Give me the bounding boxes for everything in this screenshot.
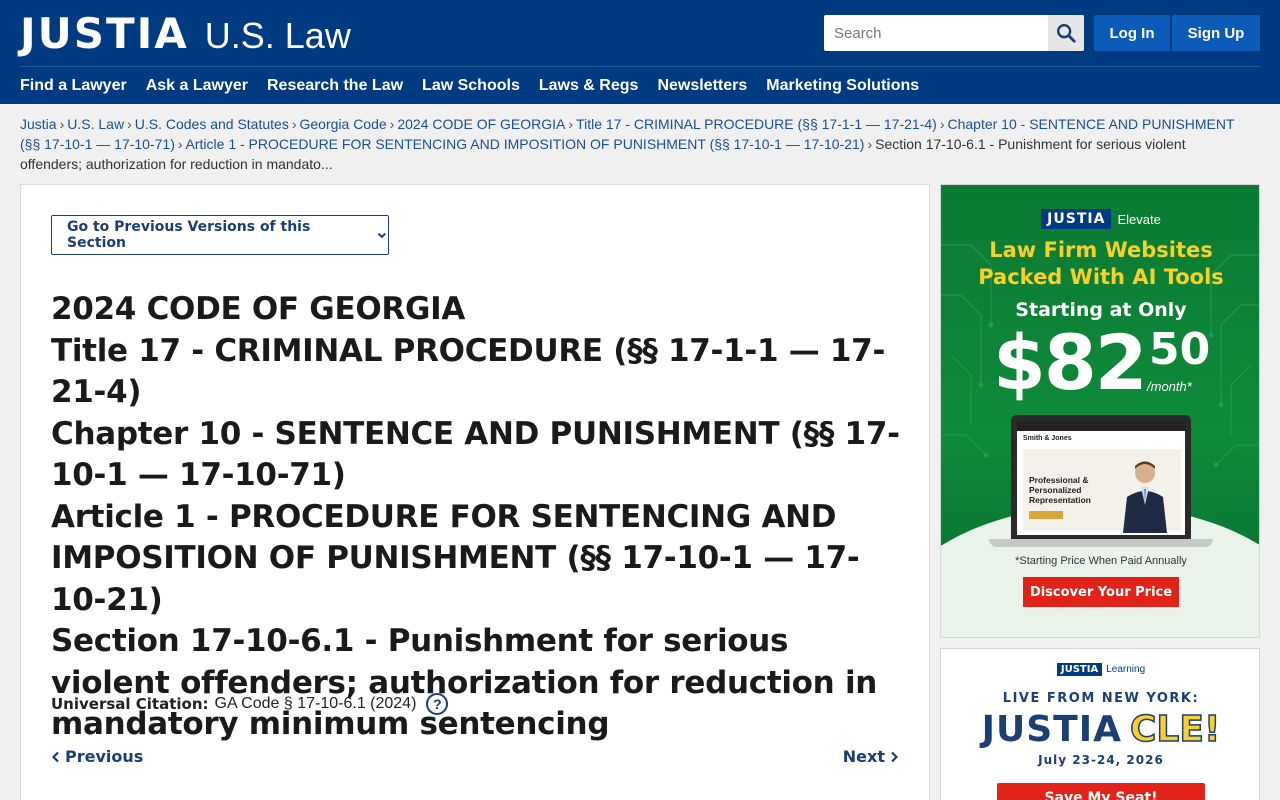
signup-button[interactable]: Sign Up xyxy=(1172,15,1260,51)
mock-site-bar xyxy=(1017,421,1185,431)
search-button[interactable] xyxy=(1048,15,1084,51)
breadcrumb-separator: › xyxy=(291,116,297,132)
discover-price-button[interactable]: Discover Your Price xyxy=(1023,577,1179,607)
breadcrumb-link[interactable]: Georgia Code xyxy=(300,116,387,132)
nav-research-the-law[interactable]: Research the Law xyxy=(267,76,403,96)
breadcrumb-link[interactable]: U.S. Law xyxy=(67,116,124,132)
mock-site-button xyxy=(1029,511,1063,519)
breadcrumb-separator: › xyxy=(939,116,945,132)
search-box xyxy=(824,15,1084,51)
ad-cle-title-cle: CLE! xyxy=(1129,708,1221,751)
title-section: Section 17-10-6.1 - Punishment for serio… xyxy=(51,623,878,742)
laptop-base xyxy=(989,539,1213,547)
main-content: Go to Previous Versions of this Section … xyxy=(20,184,930,800)
breadcrumb-link[interactable]: 2024 CODE OF GEORGIA xyxy=(397,116,565,132)
ad-justia-cle[interactable]: JUSTIA Learning LIVE FROM NEW YORK: JUST… xyxy=(940,648,1260,800)
nav-newsletters[interactable]: Newsletters xyxy=(657,76,747,96)
nav-marketing-solutions[interactable]: Marketing Solutions xyxy=(766,76,919,96)
previous-versions-dropdown[interactable]: Go to Previous Versions of this Section xyxy=(51,215,389,255)
help-icon[interactable]: ? xyxy=(426,693,449,715)
title-chapter: Chapter 10 - SENTENCE AND PUNISHMENT (§§… xyxy=(51,415,900,494)
breadcrumb-separator: › xyxy=(177,136,183,152)
main-nav: Find a Lawyer Ask a Lawyer Research the … xyxy=(20,76,938,96)
logo-section: U.S. Law xyxy=(204,15,351,56)
breadcrumb-link[interactable]: Justia xyxy=(20,116,57,132)
ad-cle-brand: JUSTIA Learning xyxy=(941,663,1259,676)
search-icon xyxy=(1057,24,1076,43)
title-title: Title 17 - CRIMINAL PROCEDURE (§§ 17-1-1… xyxy=(51,332,886,411)
mock-site-logo: Smith & Jones xyxy=(1023,435,1072,442)
breadcrumb-separator: › xyxy=(389,116,395,132)
ad-price-dollars: $82 xyxy=(993,318,1148,407)
previous-label: Previous xyxy=(65,747,144,766)
breadcrumb-link[interactable]: U.S. Codes and Statutes xyxy=(135,116,289,132)
nav-ask-a-lawyer[interactable]: Ask a Lawyer xyxy=(146,76,248,96)
justia-logo[interactable]: JUSTIA U.S. Law xyxy=(20,12,351,58)
next-link[interactable]: Next xyxy=(843,747,899,766)
laptop-image: Smith & Jones Professional & Personalize… xyxy=(1011,415,1191,541)
ad-cle-brand-justia: JUSTIA xyxy=(1056,663,1103,676)
breadcrumb-link[interactable]: Title 17 - CRIMINAL PROCEDURE (§§ 17-1-1… xyxy=(576,116,937,132)
previous-link[interactable]: Previous xyxy=(51,747,143,766)
ad-cle-title: JUSTIA CLE! xyxy=(941,708,1259,751)
nav-find-a-lawyer[interactable]: Find a Lawyer xyxy=(20,76,127,96)
chevron-right-icon xyxy=(891,751,899,763)
citation-label: Universal Citation: xyxy=(51,695,209,713)
ad-headline-line1: Law Firm Websites xyxy=(989,238,1213,262)
ad-cle-date: July 23-24, 2026 xyxy=(1038,753,1164,767)
previous-versions-label: Go to Previous Versions of this Section xyxy=(67,219,311,251)
mock-site-hero: Professional & Personalized Representati… xyxy=(1023,449,1181,533)
citation-value: GA Code § 17-10-6.1 (2024) xyxy=(214,695,417,712)
breadcrumb: Justia › U.S. Law › U.S. Codes and Statutes ›… xyxy=(20,114,1250,174)
ad-cle-live: LIVE FROM NEW YORK: xyxy=(1002,691,1200,706)
breadcrumb-separator: › xyxy=(568,116,574,132)
next-label: Next xyxy=(842,747,885,766)
title-code: 2024 CODE OF GEORGIA xyxy=(51,291,466,327)
breadcrumb-separator: › xyxy=(59,116,65,132)
ad-cle-brand-product: Learning xyxy=(1106,664,1146,675)
ad-price-cents: 50 xyxy=(1149,324,1211,375)
login-button[interactable]: Log In xyxy=(1094,15,1170,51)
save-my-seat-button[interactable]: Save My Seat! xyxy=(997,783,1205,800)
title-article: Article 1 - PROCEDURE FOR SENTENCING AND… xyxy=(51,498,860,618)
ad-footnote: *Starting Price When Paid Annually xyxy=(1015,555,1187,567)
person-image xyxy=(1123,461,1167,533)
header-divider xyxy=(20,66,1260,67)
logo-brand: JUSTIA xyxy=(20,9,189,58)
chevron-down-icon xyxy=(378,232,387,239)
page-title: 2024 CODE OF GEORGIA Title 17 - CRIMINAL… xyxy=(51,289,911,746)
chevron-left-icon xyxy=(51,751,59,763)
nav-law-schools[interactable]: Law Schools xyxy=(422,76,520,96)
nav-laws-regs[interactable]: Laws & Regs xyxy=(539,76,639,96)
laptop-screen: Smith & Jones Professional & Personalize… xyxy=(1017,421,1185,535)
breadcrumb-separator: › xyxy=(127,116,132,132)
ad-headline: Law Firm Websites Packed With AI Tools xyxy=(941,237,1259,291)
ad-cle-title-brand: JUSTIA xyxy=(981,709,1122,750)
ad-price-period: /month* xyxy=(1147,379,1192,394)
breadcrumb-link[interactable]: Article 1 - PROCEDURE FOR SENTENCING AND… xyxy=(186,136,865,152)
breadcrumb-separator: › xyxy=(867,136,873,152)
ad-headline-line2: Packed With AI Tools xyxy=(978,265,1224,289)
site-header: JUSTIA U.S. Law Log In Sign Up Find a La… xyxy=(0,0,1280,104)
mock-site-tagline: Professional & Personalized Representati… xyxy=(1029,475,1091,505)
ad-brand-product: Elevate xyxy=(1117,211,1161,227)
ad-justia-elevate[interactable]: JUSTIA Elevate Law Firm Websites Packed … xyxy=(940,184,1260,638)
ad-brand-justia: JUSTIA xyxy=(1041,209,1112,229)
universal-citation: Universal Citation: GA Code § 17-10-6.1 … xyxy=(51,693,449,715)
search-input[interactable] xyxy=(824,15,1048,51)
ad-brand: JUSTIA Elevate xyxy=(941,209,1259,229)
